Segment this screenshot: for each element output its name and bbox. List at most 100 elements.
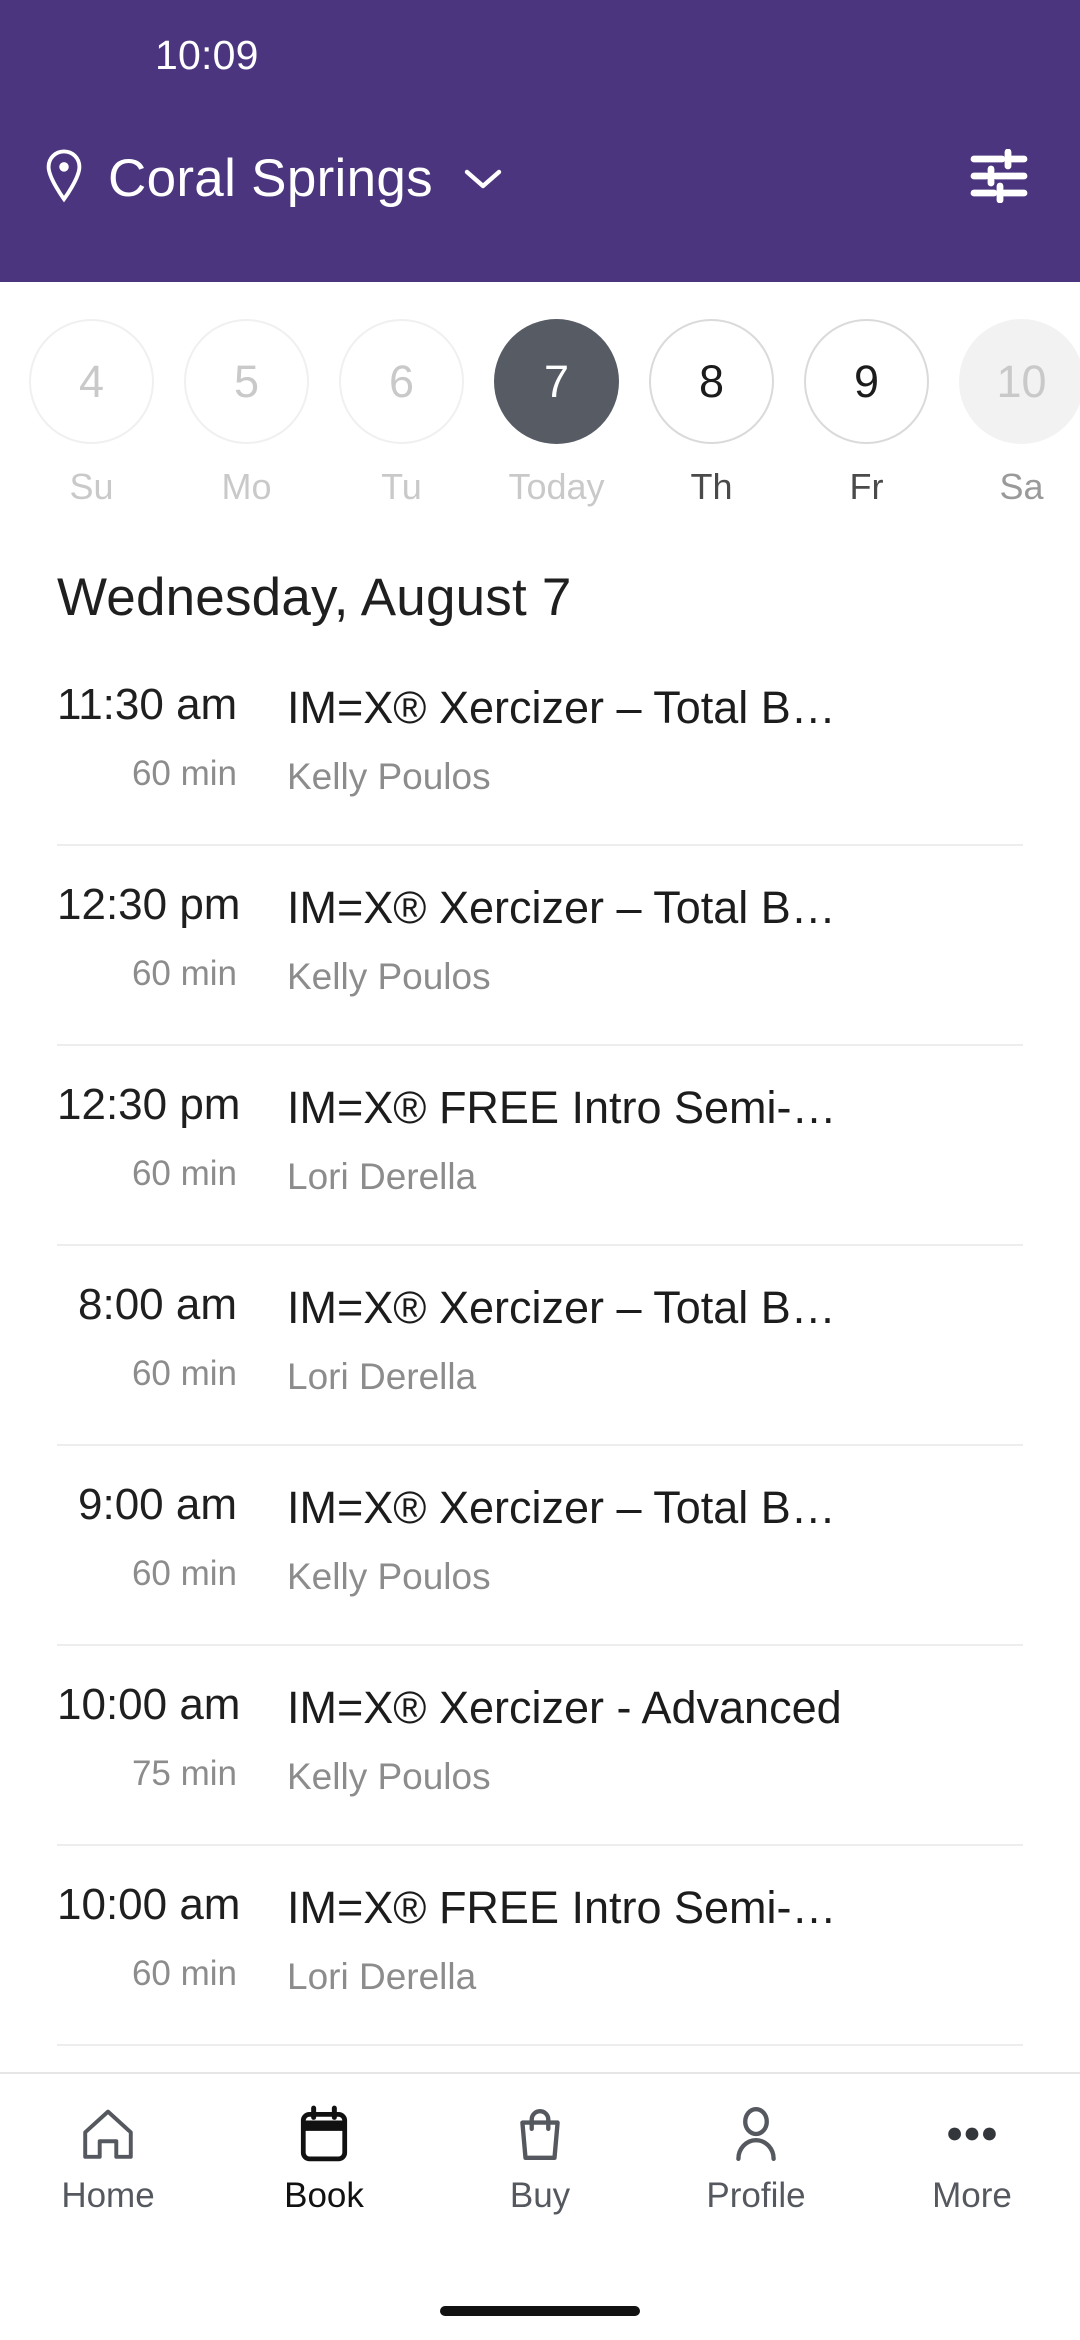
date-weekday-label: Su bbox=[69, 466, 114, 507]
date-strip[interactable]: 4 Su 5 Mo 6 Tu 7 Today 8 Th 9 Fr 10 Sa bbox=[0, 282, 1080, 537]
class-row[interactable]: 8:00 am 60 min IM=X® Xercizer – Total B…… bbox=[0, 1272, 1080, 1472]
home-icon bbox=[79, 2102, 137, 2166]
class-duration: 60 min bbox=[131, 1954, 237, 1993]
date-weekday-label: Sa bbox=[999, 466, 1044, 507]
chevron-down-icon bbox=[463, 167, 503, 196]
person-icon bbox=[728, 2102, 784, 2166]
class-info-column: IM=X® FREE Intro Semi-… Lori Derella bbox=[287, 1872, 1023, 2016]
bottom-navigation: Home Book Buy Profile More bbox=[0, 2072, 1080, 2282]
location-selector[interactable]: Coral Springs bbox=[42, 148, 503, 209]
class-time-column: 12:30 pm 60 min bbox=[57, 1072, 287, 1216]
class-time-column: 9:00 am 60 min bbox=[57, 1472, 287, 1616]
class-instructor: Kelly Poulos bbox=[287, 1756, 491, 1798]
class-time: 9:00 am bbox=[78, 1480, 237, 1529]
nav-item-more[interactable]: More bbox=[864, 2102, 1080, 2216]
date-cell[interactable]: 9 Fr bbox=[789, 319, 944, 508]
home-indicator-area bbox=[0, 2282, 1080, 2340]
class-row[interactable]: 10:00 am 60 min IM=X® FREE Intro Semi-… … bbox=[0, 1872, 1080, 2072]
class-time: 8:00 am bbox=[78, 1280, 237, 1329]
app-screen: 10:09 Coral Springs 4 Su 5 Mo 6 Tu 7 Tod… bbox=[0, 0, 1080, 2340]
date-cell[interactable]: 5 Mo bbox=[169, 319, 324, 508]
class-info-column: IM=X® FREE Intro Semi-… Lori Derella bbox=[287, 1072, 1023, 1216]
class-info-column: IM=X® Xercizer – Total B… Kelly Poulos bbox=[287, 872, 1023, 1016]
class-time-column: 8:00 am 60 min bbox=[57, 1272, 287, 1416]
home-indicator[interactable] bbox=[440, 2306, 640, 2316]
nav-label-book: Book bbox=[284, 2176, 364, 2215]
class-name: IM=X® Xercizer - Advanced bbox=[287, 1682, 842, 1733]
class-time-column: 10:00 am 60 min bbox=[57, 1872, 287, 2016]
calendar-icon bbox=[296, 2102, 352, 2166]
filter-button[interactable] bbox=[954, 133, 1044, 223]
class-time: 11:30 am bbox=[57, 680, 238, 729]
class-info-column: IM=X® Xercizer – Total B… Kelly Poulos bbox=[287, 1472, 1023, 1616]
date-cell[interactable]: 8 Th bbox=[634, 319, 789, 508]
class-time: 10:00 am bbox=[57, 1880, 241, 1929]
date-cell-selected[interactable]: 7 Today bbox=[479, 319, 634, 508]
ellipsis-icon bbox=[943, 2102, 1001, 2166]
filter-sliders-icon bbox=[968, 148, 1030, 208]
nav-label-home: Home bbox=[61, 2176, 155, 2215]
class-info-column: IM=X® Xercizer - Advanced Kelly Poulos bbox=[287, 1672, 1023, 1816]
date-number[interactable]: 4 bbox=[29, 319, 154, 444]
date-number[interactable]: 10 bbox=[959, 319, 1080, 444]
class-duration: 60 min bbox=[131, 954, 237, 993]
nav-item-buy[interactable]: Buy bbox=[432, 2102, 648, 2216]
class-instructor: Lori Derella bbox=[287, 1156, 477, 1198]
class-list: 11:30 am 60 min IM=X® Xercizer – Total B… bbox=[0, 628, 1080, 2072]
shopping-bag-icon bbox=[513, 2102, 567, 2166]
nav-item-book[interactable]: Book bbox=[216, 2102, 432, 2216]
date-number[interactable]: 5 bbox=[184, 319, 309, 444]
date-number[interactable]: 7 bbox=[494, 319, 619, 444]
class-duration: 75 min bbox=[131, 1754, 237, 1793]
class-row[interactable]: 11:30 am 60 min IM=X® Xercizer – Total B… bbox=[0, 672, 1080, 872]
class-instructor: Kelly Poulos bbox=[287, 956, 491, 998]
app-bar: Coral Springs bbox=[0, 92, 1080, 264]
class-name: IM=X® FREE Intro Semi-… bbox=[287, 1882, 837, 1933]
class-duration: 60 min bbox=[131, 1154, 237, 1193]
class-name: IM=X® Xercizer – Total B… bbox=[287, 1482, 836, 1533]
class-time-column: 12:30 pm 60 min bbox=[57, 872, 287, 1016]
class-time: 12:30 pm bbox=[57, 1080, 241, 1129]
date-number[interactable]: 8 bbox=[649, 319, 774, 444]
class-row[interactable]: 12:30 pm 60 min IM=X® Xercizer – Total B… bbox=[0, 872, 1080, 1072]
date-cell[interactable]: 4 Su bbox=[14, 319, 169, 508]
class-duration: 60 min bbox=[131, 1354, 237, 1393]
nav-label-profile: Profile bbox=[706, 2176, 806, 2215]
nav-label-buy: Buy bbox=[509, 2176, 571, 2215]
date-cell[interactable]: 6 Tu bbox=[324, 319, 479, 508]
date-number[interactable]: 9 bbox=[804, 319, 929, 444]
class-row[interactable]: 9:00 am 60 min IM=X® Xercizer – Total B…… bbox=[0, 1472, 1080, 1672]
class-info-column: IM=X® Xercizer – Total B… Kelly Poulos bbox=[287, 672, 1023, 816]
date-weekday-label: Th bbox=[690, 466, 733, 507]
date-weekday-label: Mo bbox=[221, 466, 272, 507]
nav-item-profile[interactable]: Profile bbox=[648, 2102, 864, 2216]
class-duration: 60 min bbox=[131, 1554, 237, 1593]
class-name: IM=X® Xercizer – Total B… bbox=[287, 682, 836, 733]
date-weekday-label: Fr bbox=[849, 466, 884, 507]
class-time: 10:00 am bbox=[57, 1680, 241, 1729]
date-number[interactable]: 6 bbox=[339, 319, 464, 444]
class-instructor: Kelly Poulos bbox=[287, 1556, 491, 1598]
nav-item-home[interactable]: Home bbox=[0, 2102, 216, 2216]
class-instructor: Kelly Poulos bbox=[287, 756, 491, 798]
class-name: IM=X® FREE Intro Semi-… bbox=[287, 1082, 837, 1133]
class-row[interactable]: 10:00 am 75 min IM=X® Xercizer - Advance… bbox=[0, 1672, 1080, 1872]
class-time-column: 11:30 am 60 min bbox=[57, 672, 287, 816]
class-time-column: 10:00 am 75 min bbox=[57, 1672, 287, 1816]
class-info-column: IM=X® Xercizer – Total B… Lori Derella bbox=[287, 1272, 1023, 1416]
date-weekday-label: Today bbox=[508, 466, 605, 507]
class-instructor: Lori Derella bbox=[287, 1956, 477, 1998]
nav-label-more: More bbox=[932, 2176, 1012, 2215]
location-name: Coral Springs bbox=[108, 148, 433, 208]
class-row[interactable]: 12:30 pm 60 min IM=X® FREE Intro Semi-… … bbox=[0, 1072, 1080, 1272]
day-title: Wednesday, August 7 bbox=[57, 568, 572, 627]
class-instructor: Lori Derella bbox=[287, 1356, 477, 1398]
class-name: IM=X® Xercizer – Total B… bbox=[287, 882, 836, 933]
date-cell[interactable]: 10 Sa bbox=[944, 319, 1080, 508]
location-pin-icon bbox=[42, 148, 86, 209]
app-header: 10:09 Coral Springs bbox=[0, 0, 1080, 282]
class-name: IM=X® Xercizer – Total B… bbox=[287, 1282, 836, 1333]
class-duration: 60 min bbox=[131, 754, 237, 793]
class-time: 12:30 pm bbox=[57, 880, 241, 929]
status-bar-clock: 10:09 bbox=[155, 31, 259, 78]
